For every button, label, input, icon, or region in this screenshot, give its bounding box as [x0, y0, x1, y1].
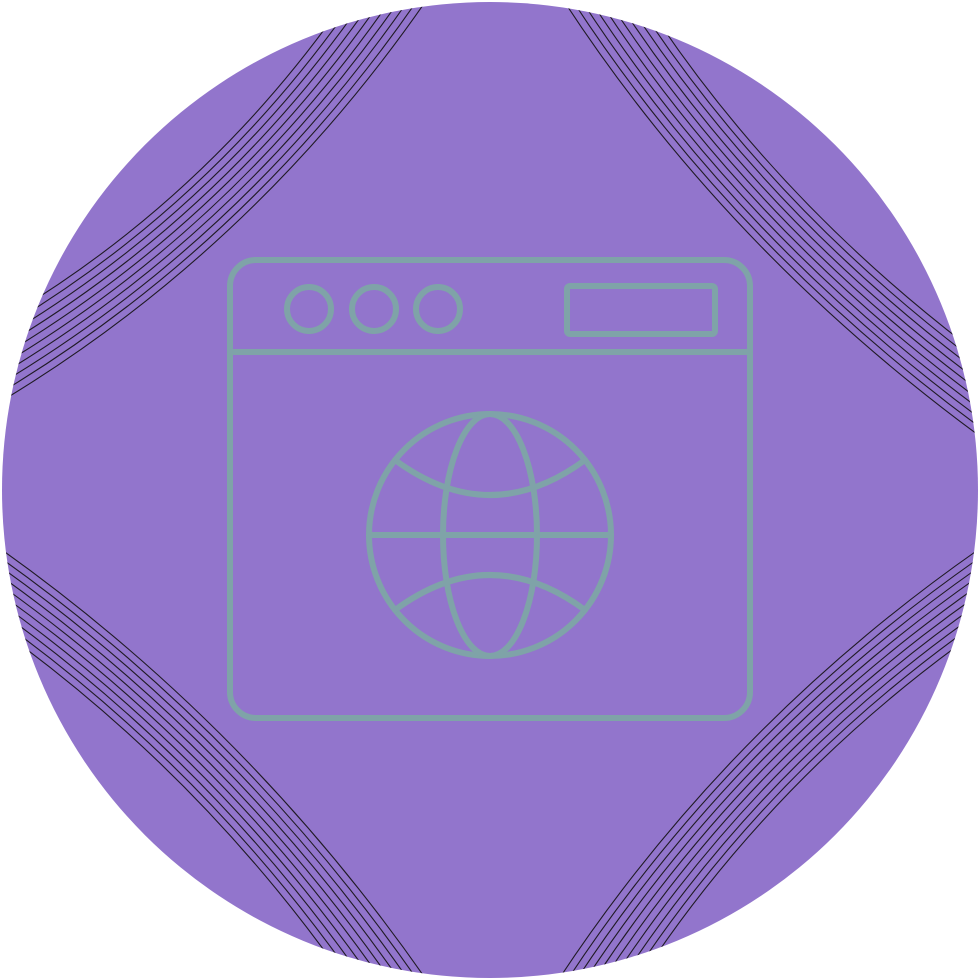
badge-graphic [2, 2, 978, 978]
badge-background-circle [2, 2, 978, 978]
browser-globe-badge [0, 0, 980, 980]
